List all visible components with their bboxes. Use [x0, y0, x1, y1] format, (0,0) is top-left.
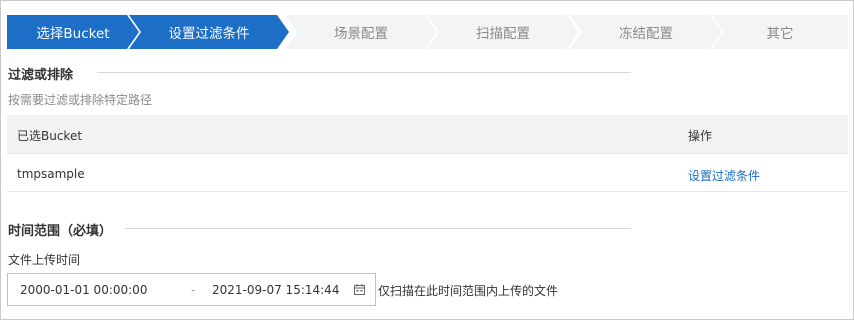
- set-filter-link[interactable]: 设置过滤条件: [688, 167, 760, 184]
- time-range-note: 仅扫描在此时间范围内上传的文件: [378, 284, 559, 298]
- start-time-input[interactable]: [20, 274, 180, 305]
- table-header: 已选Bucket 操作: [7, 115, 848, 154]
- step-set-filter[interactable]: 设置过滤条件: [129, 15, 289, 49]
- step-label: 选择Bucket: [36, 26, 110, 42]
- step-label: 扫描配置: [476, 26, 530, 42]
- step-scan-config[interactable]: 扫描配置: [427, 15, 579, 49]
- section-divider: [125, 228, 631, 229]
- step-label: 其它: [766, 26, 794, 42]
- filter-section-hint: 按需要过滤或排除特定路径: [8, 93, 153, 107]
- end-time-input[interactable]: [212, 274, 348, 305]
- column-header-bucket: 已选Bucket: [17, 129, 83, 143]
- step-freeze-config[interactable]: 冻结配置: [570, 15, 722, 49]
- step-scene-config[interactable]: 场景配置: [285, 15, 437, 49]
- table-row: tmpsample 设置过滤条件: [7, 154, 848, 192]
- filter-section-title: 过滤或排除: [8, 68, 74, 83]
- wizard-stepper: 选择Bucket 设置过滤条件 场景配置 扫描配置 冻结配置 其它: [7, 15, 848, 49]
- upload-time-label: 文件上传时间: [8, 253, 81, 267]
- section-divider: [97, 72, 631, 73]
- step-label: 场景配置: [334, 26, 388, 42]
- column-header-action: 操作: [688, 129, 713, 143]
- step-label: 冻结配置: [619, 26, 673, 42]
- bucket-name: tmpsample: [17, 167, 85, 181]
- time-section-title: 时间范围（必填）: [8, 224, 113, 239]
- step-other[interactable]: 其它: [712, 15, 848, 49]
- step-label: 设置过滤条件: [168, 26, 250, 42]
- date-range-picker: -: [7, 273, 376, 306]
- range-separator: -: [191, 283, 196, 297]
- wizard-panel: 选择Bucket 设置过滤条件 场景配置 扫描配置 冻结配置 其它 过滤或排除 …: [0, 0, 854, 320]
- calendar-icon[interactable]: [354, 284, 365, 295]
- step-select-bucket[interactable]: 选择Bucket: [7, 15, 139, 49]
